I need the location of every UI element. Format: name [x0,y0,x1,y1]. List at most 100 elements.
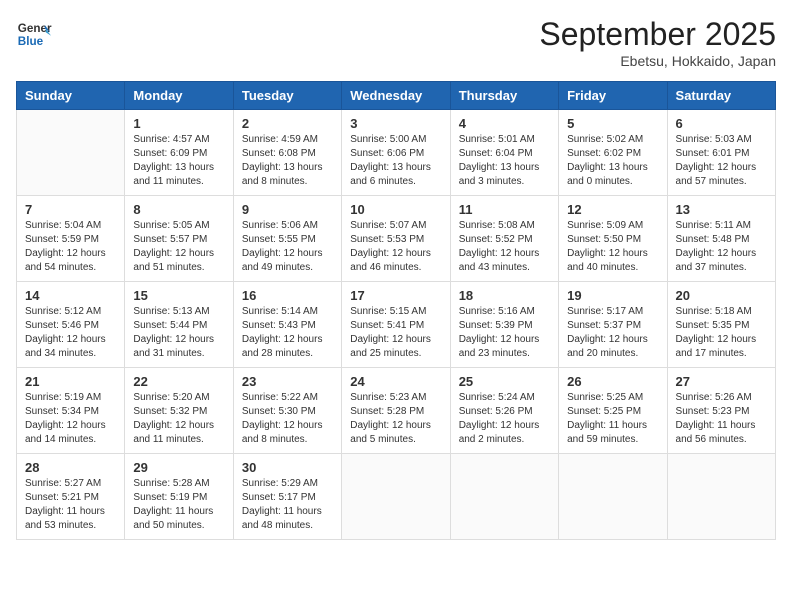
day-number: 27 [676,374,767,389]
calendar-cell: 14 Sunrise: 5:12 AM Sunset: 5:46 PM Dayli… [17,282,125,368]
calendar-cell: 30 Sunrise: 5:29 AM Sunset: 5:17 PM Dayli… [233,454,341,540]
day-number: 7 [25,202,116,217]
calendar-cell: 25 Sunrise: 5:24 AM Sunset: 5:26 PM Dayli… [450,368,558,454]
calendar-cell: 5 Sunrise: 5:02 AM Sunset: 6:02 PM Daylig… [559,110,667,196]
day-number: 13 [676,202,767,217]
day-info: Sunrise: 5:07 AM Sunset: 5:53 PM Dayligh… [350,219,441,275]
day-number: 17 [350,288,441,303]
calendar-cell: 24 Sunrise: 5:23 AM Sunset: 5:28 PM Dayli… [342,368,450,454]
weekday-header-row: SundayMondayTuesdayWednesdayThursdayFrid… [17,82,776,110]
day-info: Sunrise: 5:08 AM Sunset: 5:52 PM Dayligh… [459,219,550,275]
day-info: Sunrise: 5:22 AM Sunset: 5:30 PM Dayligh… [242,391,333,447]
day-number: 5 [567,116,658,131]
day-info: Sunrise: 5:25 AM Sunset: 5:25 PM Dayligh… [567,391,658,447]
day-info: Sunrise: 5:03 AM Sunset: 6:01 PM Dayligh… [676,133,767,189]
calendar-cell: 23 Sunrise: 5:22 AM Sunset: 5:30 PM Dayli… [233,368,341,454]
location: Ebetsu, Hokkaido, Japan [539,53,776,69]
day-number: 11 [459,202,550,217]
day-info: Sunrise: 5:11 AM Sunset: 5:48 PM Dayligh… [676,219,767,275]
calendar-cell: 27 Sunrise: 5:26 AM Sunset: 5:23 PM Dayli… [667,368,775,454]
calendar-cell: 12 Sunrise: 5:09 AM Sunset: 5:50 PM Dayli… [559,196,667,282]
day-info: Sunrise: 5:27 AM Sunset: 5:21 PM Dayligh… [25,477,116,533]
day-number: 22 [133,374,224,389]
day-info: Sunrise: 5:28 AM Sunset: 5:19 PM Dayligh… [133,477,224,533]
day-number: 2 [242,116,333,131]
day-number: 18 [459,288,550,303]
day-info: Sunrise: 5:00 AM Sunset: 6:06 PM Dayligh… [350,133,441,189]
day-info: Sunrise: 5:17 AM Sunset: 5:37 PM Dayligh… [567,305,658,361]
day-info: Sunrise: 5:01 AM Sunset: 6:04 PM Dayligh… [459,133,550,189]
day-info: Sunrise: 5:24 AM Sunset: 5:26 PM Dayligh… [459,391,550,447]
calendar-body: 1 Sunrise: 4:57 AM Sunset: 6:09 PM Daylig… [17,110,776,540]
calendar-cell: 28 Sunrise: 5:27 AM Sunset: 5:21 PM Dayli… [17,454,125,540]
calendar-cell: 11 Sunrise: 5:08 AM Sunset: 5:52 PM Dayli… [450,196,558,282]
calendar-cell: 13 Sunrise: 5:11 AM Sunset: 5:48 PM Dayli… [667,196,775,282]
calendar-cell: 18 Sunrise: 5:16 AM Sunset: 5:39 PM Dayli… [450,282,558,368]
calendar-cell: 16Sunrise: 5:14 AM Sunset: 5:43 PM Dayli… [233,282,341,368]
calendar-cell: 10 Sunrise: 5:07 AM Sunset: 5:53 PM Dayli… [342,196,450,282]
weekday-cell: Thursday [450,82,558,110]
day-number: 10 [350,202,441,217]
day-info: Sunrise: 5:02 AM Sunset: 6:02 PM Dayligh… [567,133,658,189]
day-number: 12 [567,202,658,217]
calendar-cell [342,454,450,540]
calendar-cell [559,454,667,540]
day-info: Sunrise: 5:26 AM Sunset: 5:23 PM Dayligh… [676,391,767,447]
day-info: Sunrise: 5:29 AM Sunset: 5:17 PM Dayligh… [242,477,333,533]
day-number: 15 [133,288,224,303]
calendar-cell: 4 Sunrise: 5:01 AM Sunset: 6:04 PM Daylig… [450,110,558,196]
weekday-cell: Monday [125,82,233,110]
logo-icon: General Blue [16,16,52,52]
calendar-cell [667,454,775,540]
day-info: Sunrise: 5:06 AM Sunset: 5:55 PM Dayligh… [242,219,333,275]
page-header: General Blue September 2025 Ebetsu, Hokk… [16,16,776,69]
calendar-cell: 6 Sunrise: 5:03 AM Sunset: 6:01 PM Daylig… [667,110,775,196]
weekday-cell: Wednesday [342,82,450,110]
day-number: 29 [133,460,224,475]
day-info: Sunrise: 5:13 AM Sunset: 5:44 PM Dayligh… [133,305,224,361]
calendar-week-row: 7 Sunrise: 5:04 AM Sunset: 5:59 PM Daylig… [17,196,776,282]
day-number: 20 [676,288,767,303]
day-info: Sunrise: 5:23 AM Sunset: 5:28 PM Dayligh… [350,391,441,447]
day-info: Sunrise: 5:20 AM Sunset: 5:32 PM Dayligh… [133,391,224,447]
day-number: 24 [350,374,441,389]
day-number: 3 [350,116,441,131]
weekday-cell: Saturday [667,82,775,110]
day-number: 14 [25,288,116,303]
day-info: Sunrise: 5:12 AM Sunset: 5:46 PM Dayligh… [25,305,116,361]
calendar-cell: 20 Sunrise: 5:18 AM Sunset: 5:35 PM Dayli… [667,282,775,368]
calendar-week-row: 21Sunrise: 5:19 AM Sunset: 5:34 PM Dayli… [17,368,776,454]
calendar-cell: 2Sunrise: 4:59 AM Sunset: 6:08 PM Daylig… [233,110,341,196]
day-number: 26 [567,374,658,389]
calendar-week-row: 28 Sunrise: 5:27 AM Sunset: 5:21 PM Dayli… [17,454,776,540]
weekday-cell: Friday [559,82,667,110]
logo: General Blue [16,16,52,52]
day-info: Sunrise: 5:04 AM Sunset: 5:59 PM Dayligh… [25,219,116,275]
calendar-cell: 9 Sunrise: 5:06 AM Sunset: 5:55 PM Daylig… [233,196,341,282]
day-number: 25 [459,374,550,389]
day-number: 1 [133,116,224,131]
calendar-week-row: 14 Sunrise: 5:12 AM Sunset: 5:46 PM Dayli… [17,282,776,368]
calendar-week-row: 1 Sunrise: 4:57 AM Sunset: 6:09 PM Daylig… [17,110,776,196]
calendar-cell: 19Sunrise: 5:17 AM Sunset: 5:37 PM Dayli… [559,282,667,368]
day-number: 23 [242,374,333,389]
month-title: September 2025 [539,16,776,53]
day-number: 6 [676,116,767,131]
weekday-cell: Sunday [17,82,125,110]
day-number: 28 [25,460,116,475]
day-number: 30 [242,460,333,475]
day-info: Sunrise: 5:09 AM Sunset: 5:50 PM Dayligh… [567,219,658,275]
svg-text:Blue: Blue [18,35,44,48]
day-number: 4 [459,116,550,131]
day-info: Sunrise: 4:57 AM Sunset: 6:09 PM Dayligh… [133,133,224,189]
day-info: Sunrise: 5:18 AM Sunset: 5:35 PM Dayligh… [676,305,767,361]
day-info: Sunrise: 5:16 AM Sunset: 5:39 PM Dayligh… [459,305,550,361]
calendar-cell: 1 Sunrise: 4:57 AM Sunset: 6:09 PM Daylig… [125,110,233,196]
day-number: 21 [25,374,116,389]
day-info: Sunrise: 5:14 AM Sunset: 5:43 PM Dayligh… [242,305,333,361]
calendar-table: SundayMondayTuesdayWednesdayThursdayFrid… [16,81,776,540]
calendar-cell: 7 Sunrise: 5:04 AM Sunset: 5:59 PM Daylig… [17,196,125,282]
calendar-cell [17,110,125,196]
day-number: 9 [242,202,333,217]
calendar-cell: 29 Sunrise: 5:28 AM Sunset: 5:19 PM Dayli… [125,454,233,540]
